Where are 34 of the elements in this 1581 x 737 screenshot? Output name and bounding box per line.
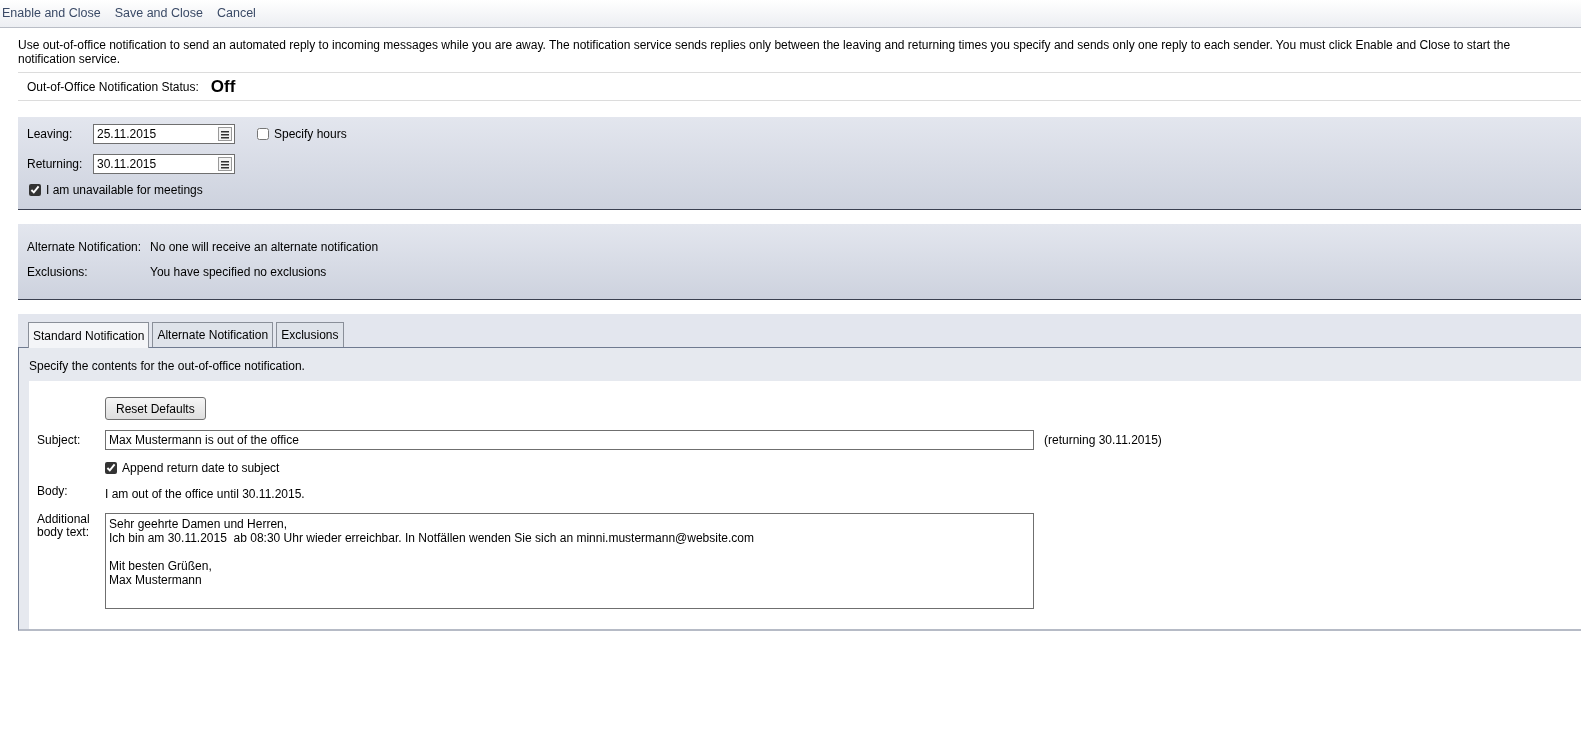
subject-field[interactable]: Max Mustermann is out of the office xyxy=(105,430,1034,450)
field-label: Additional body text: xyxy=(37,513,91,541)
date-field[interactable]: 30.11.2015 xyxy=(93,154,235,174)
status-label: Out-of-Office Notification Status: xyxy=(27,78,199,96)
toolbar-link[interactable]: Save and Close xyxy=(114,4,203,23)
toolbar-link[interactable]: Cancel xyxy=(216,4,256,23)
field-label: Alternate Notification: xyxy=(27,239,143,256)
additional-body-field[interactable]: Sehr geehrte Damen und Herren, Ich bin am 30.11.2015 ab 08:30 Uhr wieder erreichbar. In Notfällen wenden Sie sich an minni.mustermann@website.com Mit besten Grüßen, Max Mustermann xyxy=(105,513,1034,609)
checkbox[interactable] xyxy=(105,462,117,474)
field-label: Body: xyxy=(37,485,69,500)
checkbox-label: I am unavailable for meetings xyxy=(46,182,203,199)
status-value: Off xyxy=(210,75,236,98)
field-value: No one will receive an alternate notification xyxy=(150,239,379,256)
calendar-icon[interactable] xyxy=(218,157,232,171)
reset-defaults-button[interactable]: Reset Defaults xyxy=(105,397,206,420)
field-label: Subject: xyxy=(37,433,82,447)
date-field[interactable]: 25.11.2015 xyxy=(93,124,235,144)
field-label: Returning: xyxy=(27,156,84,173)
checkbox[interactable] xyxy=(29,184,41,196)
checkbox[interactable] xyxy=(257,128,269,140)
field-label: Exclusions: xyxy=(27,264,89,281)
body-text: I am out of the office until 30.11.2015. xyxy=(105,486,305,503)
intro-text: Specify the contents for the out-of-office notification. xyxy=(29,358,306,375)
field-label: Leaving: xyxy=(27,126,74,143)
tab[interactable]: Standard Notification xyxy=(28,322,150,348)
checkbox-label: Specify hours xyxy=(274,126,347,143)
calendar-icon[interactable] xyxy=(218,127,232,141)
field-value: You have specified no exclusions xyxy=(150,264,327,281)
description-text: Use out-of-office notification to send an automated reply to incoming messages while you are away. The notification service sends replies only between the leaving and returning times you specify and sends only one reply to each sender. You must click Enable and Close to start the notification service. xyxy=(18,38,1512,66)
tab[interactable]: Alternate Notification xyxy=(152,322,274,347)
toolbar-link[interactable]: Enable and Close xyxy=(2,4,101,23)
checkbox-label: Append return date to subject xyxy=(122,460,280,477)
tab[interactable]: Exclusions xyxy=(276,322,344,347)
subject-suffix: (returning 30.11.2015) xyxy=(1044,432,1162,449)
